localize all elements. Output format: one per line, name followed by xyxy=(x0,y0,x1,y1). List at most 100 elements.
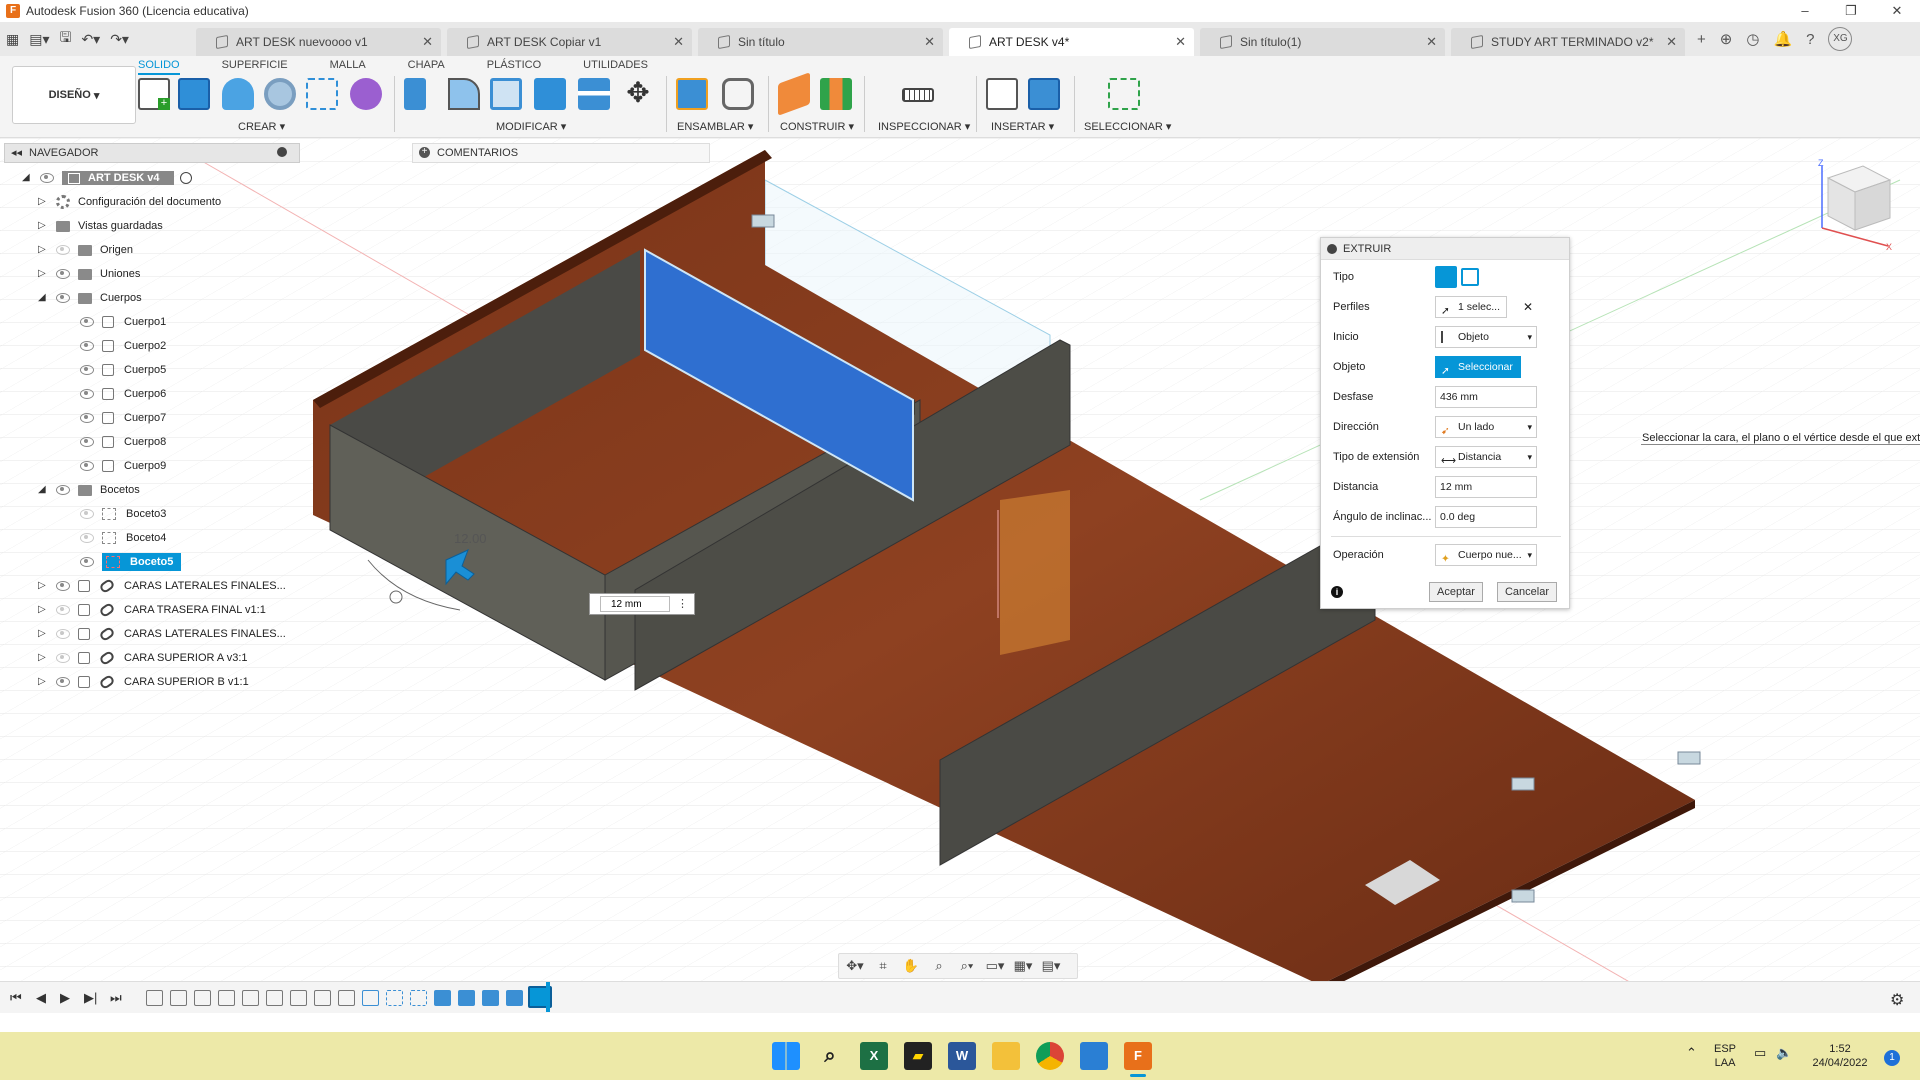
timeline-feature-icon[interactable] xyxy=(386,990,403,1006)
visibility-eye-icon[interactable] xyxy=(56,629,70,639)
close-tab-icon[interactable]: ✕ xyxy=(1175,34,1186,50)
expand-icon[interactable]: ▷ xyxy=(38,581,48,591)
job-status-icon[interactable]: ◷ xyxy=(1746,30,1759,48)
excel-icon[interactable]: X xyxy=(860,1042,888,1070)
more-options-icon[interactable]: ⋮ xyxy=(677,597,688,610)
visibility-eye-icon[interactable] xyxy=(80,437,94,447)
tree-item-body[interactable]: Cuerpo6 xyxy=(80,383,166,405)
expand-icon[interactable]: ▷ xyxy=(38,677,48,687)
doc-tab-3[interactable]: ART DESK v4* ✕ xyxy=(949,28,1194,56)
activate-component-icon[interactable] xyxy=(179,172,192,184)
navigator-header[interactable]: ◂◂ NAVEGADOR xyxy=(4,143,300,163)
word-icon[interactable]: W xyxy=(948,1042,976,1070)
joint-marker[interactable] xyxy=(1511,889,1535,903)
timeline-feature-icon[interactable] xyxy=(314,990,331,1006)
visibility-eye-icon[interactable] xyxy=(80,389,94,399)
close-window-icon[interactable]: ✕ xyxy=(1874,0,1920,22)
visibility-eye-icon[interactable] xyxy=(56,605,70,615)
clock[interactable]: 1:52 24/04/2022 xyxy=(1808,1042,1872,1070)
offset-plane-icon[interactable] xyxy=(778,72,810,116)
group-crear[interactable]: CREAR ▾ xyxy=(238,120,285,133)
visibility-eye-icon[interactable] xyxy=(56,677,70,687)
play-icon[interactable]: ▶ xyxy=(60,990,70,1006)
measure-icon[interactable] xyxy=(902,88,934,102)
expand-icon[interactable]: ▷ xyxy=(38,605,48,615)
chrome-icon[interactable] xyxy=(1036,1042,1064,1070)
visibility-eye-icon[interactable] xyxy=(56,269,70,279)
fillet-icon[interactable] xyxy=(448,78,480,110)
move-copy-icon[interactable]: ✥ xyxy=(622,78,654,110)
tree-root[interactable]: ◢ ART DESK v4 xyxy=(22,167,192,189)
tab-chapa[interactable]: CHAPA xyxy=(408,59,445,75)
file-explorer-icon[interactable] xyxy=(992,1042,1020,1070)
close-tab-icon[interactable]: ✕ xyxy=(1666,34,1677,50)
tree-item-linked[interactable]: ▷ CARA TRASERA FINAL v1:1 xyxy=(38,599,266,621)
thin-type-button[interactable] xyxy=(1461,268,1479,286)
apps-grid-icon[interactable]: ▦ xyxy=(6,31,19,48)
close-tab-icon[interactable]: ✕ xyxy=(924,34,935,50)
file-icon[interactable]: ▤▾ xyxy=(29,31,49,48)
timeline-feature-icon[interactable] xyxy=(410,990,427,1006)
visibility-eye-icon[interactable] xyxy=(56,653,70,663)
sticky-notes-icon[interactable]: ▰ xyxy=(904,1042,932,1070)
notification-badge[interactable]: 1 xyxy=(1884,1050,1900,1066)
group-construir[interactable]: CONSTRUIR ▾ xyxy=(780,120,854,133)
look-at-icon[interactable]: ⌗ xyxy=(873,958,893,974)
tree-item-sketches[interactable]: ◢ Bocetos xyxy=(38,479,140,501)
expand-icon[interactable]: ◢ xyxy=(22,173,32,183)
operation-dropdown[interactable]: ✦ Cuerpo nue... ▾ xyxy=(1435,544,1537,566)
help-icon[interactable]: ? xyxy=(1806,31,1814,48)
workspace-switcher-button[interactable]: DISEÑO ▾ xyxy=(12,66,136,124)
pattern-icon[interactable] xyxy=(306,78,338,110)
extrude-dialog-header[interactable]: EXTRUIR xyxy=(1321,238,1569,260)
expand-icon[interactable]: ▷ xyxy=(38,197,48,207)
volume-icon[interactable]: 🔈 xyxy=(1776,1046,1792,1060)
direction-dropdown[interactable]: ➹ Un lado ▾ xyxy=(1435,416,1537,438)
tab-superficie[interactable]: SUPERFICIE xyxy=(222,59,288,75)
zoom-icon[interactable]: ⌕ xyxy=(929,958,949,974)
joint-marker[interactable] xyxy=(1677,751,1701,765)
visibility-eye-icon[interactable] xyxy=(80,509,94,519)
timeline-feature-icon[interactable] xyxy=(146,990,163,1006)
grid-settings-icon[interactable]: ▦▾ xyxy=(1013,958,1033,974)
press-pull-icon[interactable] xyxy=(404,78,426,110)
go-to-start-icon[interactable]: ⏮ xyxy=(10,990,22,1006)
tree-item-body[interactable]: Cuerpo8 xyxy=(80,431,166,453)
new-component-icon[interactable] xyxy=(676,78,708,110)
timeline-feature-icon[interactable] xyxy=(218,990,235,1006)
tree-item-sketch-selected[interactable]: Boceto5 xyxy=(80,551,182,573)
orbit-icon[interactable]: ✥▾ xyxy=(845,958,865,974)
shell-icon[interactable] xyxy=(490,78,522,110)
joint-marker[interactable] xyxy=(1511,777,1535,791)
network-icon[interactable]: ▭ xyxy=(1754,1046,1766,1060)
tree-item-linked[interactable]: ▷ CARA SUPERIOR B v1:1 xyxy=(38,671,249,693)
visibility-eye-icon[interactable] xyxy=(80,365,94,375)
step-forward-icon[interactable]: ▶| xyxy=(84,990,97,1006)
tree-item-body[interactable]: Cuerpo1 xyxy=(80,311,166,333)
joint-marker[interactable] xyxy=(751,214,775,228)
tab-plastico[interactable]: PLÁSTICO xyxy=(487,59,541,75)
doc-tab-4[interactable]: Sin título(1) ✕ xyxy=(1200,28,1445,56)
joint-icon[interactable] xyxy=(722,78,754,110)
extensions-icon[interactable]: ⊕ xyxy=(1720,30,1733,48)
visibility-eye-icon[interactable] xyxy=(80,557,94,567)
timeline-feature-icon[interactable] xyxy=(434,990,451,1006)
step-back-icon[interactable]: ◀ xyxy=(36,990,46,1006)
tree-item-body[interactable]: Cuerpo7 xyxy=(80,407,166,429)
comments-panel[interactable]: + COMENTARIOS xyxy=(412,143,710,163)
visibility-eye-icon[interactable] xyxy=(80,413,94,423)
restore-icon[interactable]: ❐ xyxy=(1828,0,1874,22)
redo-icon[interactable]: ↷▾ xyxy=(110,31,129,48)
visibility-eye-icon[interactable] xyxy=(56,245,70,255)
expand-icon[interactable]: ▷ xyxy=(38,653,48,663)
timeline-feature-icon[interactable] xyxy=(362,990,379,1006)
solid-type-button[interactable] xyxy=(1435,266,1457,288)
window-select-icon[interactable] xyxy=(1108,78,1140,110)
timeline-marker[interactable] xyxy=(546,982,550,1012)
notifications-icon[interactable]: 🔔 xyxy=(1773,30,1792,48)
visibility-eye-icon[interactable] xyxy=(56,293,70,303)
doc-tab-1[interactable]: ART DESK Copiar v1 ✕ xyxy=(447,28,692,56)
add-comment-icon[interactable]: + xyxy=(419,147,430,158)
group-insertar[interactable]: INSERTAR ▾ xyxy=(991,120,1054,133)
insert-image-icon[interactable] xyxy=(1028,78,1060,110)
